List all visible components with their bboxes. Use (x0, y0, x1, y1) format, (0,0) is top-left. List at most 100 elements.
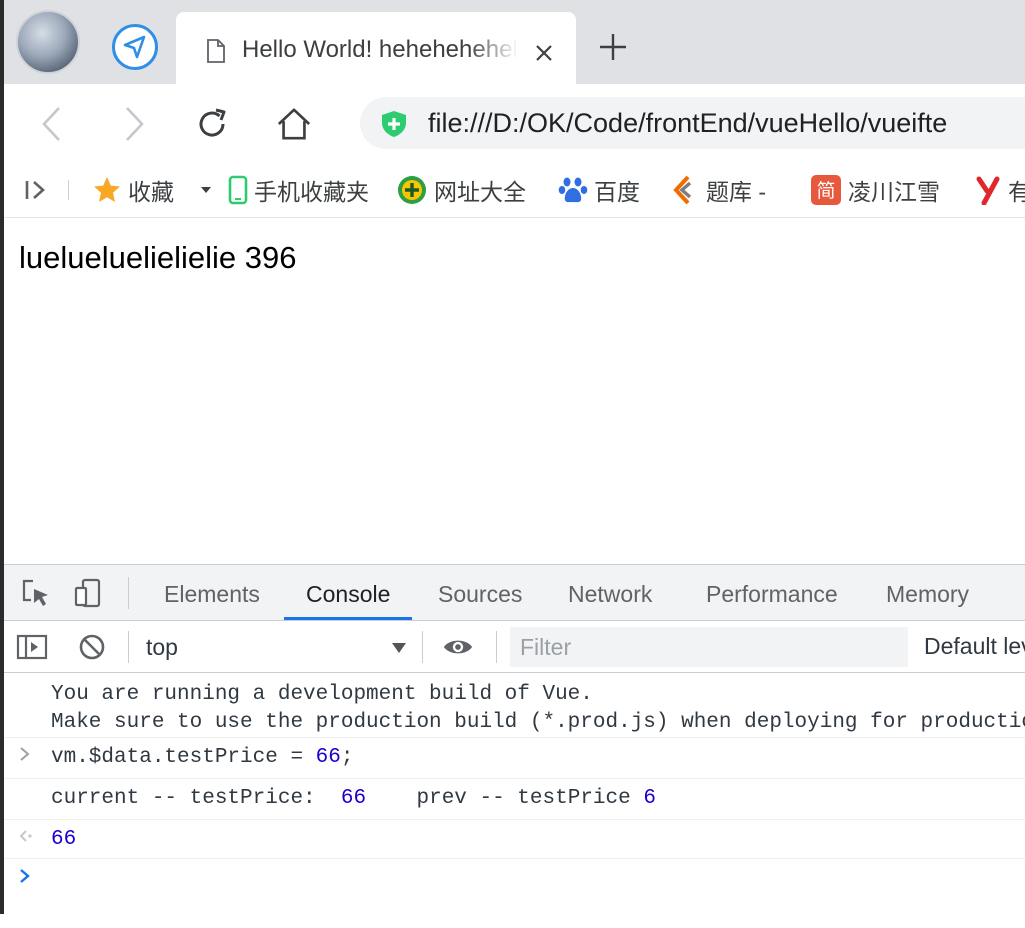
phone-icon (228, 175, 248, 205)
bookmarks-divider (68, 180, 69, 200)
url-text: file:///D:/OK/Code/frontEnd/vueHello/vue… (428, 108, 948, 138)
console-input-line: vm.$data.testPrice = 66; (4, 738, 1025, 779)
home-icon (277, 108, 311, 140)
inspect-element-button[interactable] (20, 577, 52, 609)
sidebar-panel-icon (16, 634, 48, 660)
console-result-line: 66 (4, 820, 1025, 859)
log-text-prev: prev -- testPrice (366, 787, 644, 810)
bookmark-mobile-favorites[interactable]: 手机收藏夹 (228, 174, 369, 206)
address-bar[interactable]: file:///D:/OK/Code/frontEnd/vueHello/vue… (360, 97, 1025, 149)
tab-memory[interactable]: Memory (886, 565, 969, 620)
youdao-icon (976, 175, 1002, 205)
console-prompt[interactable] (4, 859, 1025, 899)
bookmark-favorites[interactable]: 收藏 (92, 174, 174, 206)
bookmark-label: 网址大全 (434, 179, 526, 205)
console-log-line: current -- testPrice: 66 prev -- testPri… (4, 779, 1025, 820)
dropdown-arrow-icon (392, 643, 406, 653)
bookmark-baidu[interactable]: 百度 (558, 174, 640, 206)
security-shield-icon[interactable] (380, 110, 408, 143)
close-icon[interactable] (532, 41, 556, 65)
clear-console-button[interactable] (76, 631, 108, 663)
browser-tab[interactable]: Hello World! hehehehehehe (176, 12, 576, 84)
star-icon (92, 175, 122, 205)
bookmark-url-directory[interactable]: 网址大全 (396, 174, 526, 206)
expression-semicolon: ; (340, 746, 354, 769)
sidebar-toggle-icon (25, 181, 45, 199)
input-chevron-icon (18, 745, 38, 770)
tiku-icon (672, 175, 700, 205)
bookmark-tiku[interactable]: 题库 - (672, 174, 766, 206)
result-arrow-icon (18, 827, 38, 852)
tab-performance[interactable]: Performance (706, 565, 838, 620)
console-log: You are running a development build of V… (4, 673, 1025, 899)
device-icon (74, 578, 101, 608)
plus-icon (600, 34, 626, 60)
tab-network[interactable]: Network (568, 565, 652, 620)
context-selector[interactable]: top (136, 629, 412, 665)
log-value-current: 66 (340, 787, 367, 810)
globe-plus-icon (396, 174, 428, 206)
prompt-chevron-icon (18, 867, 38, 892)
bookmark-label: 手机收藏夹 (254, 179, 369, 205)
document-icon (206, 38, 226, 69)
chevron-right-icon (126, 107, 144, 141)
tab-title: Hello World! hehehehehehe (242, 36, 518, 63)
reload-button[interactable] (194, 106, 230, 142)
devtools-panel: Elements Console Sources Network Perform… (4, 564, 1025, 914)
expression-number: 66 (315, 746, 341, 769)
jian-icon: 简 (810, 174, 842, 206)
inspect-cursor-icon (22, 579, 48, 606)
avatar[interactable] (16, 10, 80, 74)
block-icon (79, 634, 105, 660)
reload-icon (199, 108, 226, 137)
expression-text: vm.$data.testPrice = (51, 746, 316, 769)
console-input-expression: vm.$data.testPrice = 66; (51, 746, 353, 769)
chevron-left-icon (42, 107, 60, 141)
bookmark-label: 凌川江雪 (848, 179, 940, 205)
back-button[interactable] (34, 106, 70, 142)
log-text-current: current -- testPrice: (51, 787, 341, 810)
log-value-prev: 6 (643, 787, 656, 810)
console-toolbar-divider (128, 631, 129, 663)
tab-strip: Hello World! hehehehehehe (4, 0, 1025, 84)
devtools-divider (128, 577, 129, 609)
bookmark-dropdown[interactable] (200, 174, 212, 206)
sidebar-toggle-button[interactable] (24, 174, 50, 206)
caret-down-icon (201, 187, 211, 193)
console-result-value: 66 (51, 828, 77, 851)
svg-text:简: 简 (816, 180, 835, 202)
filter-input[interactable] (510, 627, 908, 667)
browser-toolbar: file:///D:/OK/Code/frontEnd/vueHello/vue… (4, 84, 1025, 162)
navigation-arrow-icon[interactable] (112, 24, 158, 70)
page-viewport: luelueluelielielie 396 (4, 218, 1025, 564)
devtools-tabbar: Elements Console Sources Network Perform… (4, 565, 1025, 621)
bookmark-label: 有 (1008, 179, 1025, 205)
bookmarks-bar: 收藏 手机收藏夹 网址大全 百度 题库 - 简 凌川江雪 有 (4, 162, 1025, 218)
log-levels-dropdown[interactable]: Default levels (924, 633, 1025, 660)
new-tab-button[interactable] (596, 30, 630, 64)
page-text: luelueluelielielie 396 (19, 240, 297, 275)
bookmark-label: 收藏 (128, 179, 174, 205)
bookmark-label: 题库 - (706, 179, 767, 205)
console-toolbar-divider (422, 631, 423, 663)
tab-console[interactable]: Console (283, 565, 413, 620)
console-toolbar: top Default levels (4, 621, 1025, 673)
tab-elements[interactable]: Elements (164, 565, 260, 620)
context-value: top (146, 633, 178, 660)
device-toolbar-button[interactable] (72, 577, 104, 609)
bookmark-youdao[interactable]: 有 (976, 174, 1025, 206)
console-toolbar-divider (496, 631, 497, 663)
bookmark-label: 百度 (594, 179, 640, 205)
forward-button[interactable] (116, 106, 152, 142)
bookmark-lingchuan[interactable]: 简 凌川江雪 (810, 174, 940, 206)
live-expression-button[interactable] (442, 631, 474, 663)
warning-line-2: Make sure to use the production build (*… (51, 711, 1025, 734)
console-sidebar-button[interactable] (16, 631, 48, 663)
home-button[interactable] (276, 106, 312, 142)
eye-icon (443, 640, 473, 654)
baidu-paw-icon (558, 175, 588, 205)
tab-sources[interactable]: Sources (438, 565, 522, 620)
warning-line-1: You are running a development build of V… (51, 683, 593, 706)
console-log-text: current -- testPrice: 66 prev -- testPri… (51, 787, 656, 810)
console-message-warning: You are running a development build of V… (4, 673, 1025, 738)
